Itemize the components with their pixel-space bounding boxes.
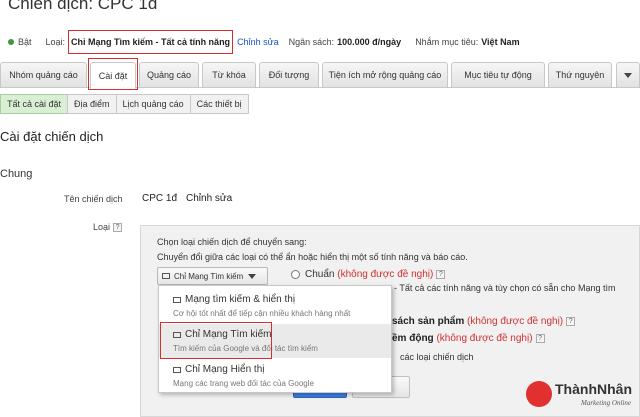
subtab-all-settings[interactable]: Tất cả cài đặt xyxy=(0,94,69,114)
type-value: Chỉ Mạng Tìm kiếm - Tất cả tính năng xyxy=(68,30,234,54)
target-value: Việt Nam xyxy=(481,37,520,47)
option-standard-line: Chuẩn (không được đề nghị)? xyxy=(305,269,446,280)
not-recommended-label: (không được đề nghị) xyxy=(337,269,434,280)
general-section-title: Chung xyxy=(0,168,33,180)
settings-tab-highlight xyxy=(88,58,138,90)
menu-item-title: Chỉ Mạng Hiển thị xyxy=(173,364,264,375)
menu-item-title-text: Mạng tìm kiếm & hiển thị xyxy=(185,294,296,305)
logo-tagline: Marketing Online xyxy=(581,399,631,407)
display-network-icon xyxy=(173,366,181,373)
campaign-type-label-text: Loại xyxy=(93,222,111,232)
chevron-down-icon xyxy=(624,72,632,78)
option-all-features-text: - Tất cả các tính năng và tùy chọn có sẵ… xyxy=(394,283,616,293)
campaign-name-value: CPC 1đ xyxy=(142,193,178,204)
radio-standard[interactable] xyxy=(291,270,300,279)
option-dynamic-line: ềm động (không được đề nghị)? xyxy=(392,333,545,344)
campaign-type-dropdown[interactable]: Chỉ Mạng Tìm kiếm xyxy=(157,267,268,285)
dropdown-value: Chỉ Mạng Tìm kiếm xyxy=(174,271,244,281)
settings-heading: Cài đặt chiến dịch xyxy=(0,129,104,144)
budget-label: Ngân sách: xyxy=(288,37,335,47)
tab-dimensions[interactable]: Thứ nguyên xyxy=(548,62,612,88)
chevron-down-icon xyxy=(248,273,257,279)
search-network-icon xyxy=(162,273,170,279)
subtab-devices[interactable]: Các thiết bị xyxy=(189,94,249,114)
page-title: Chiến dịch: CPC 1đ xyxy=(8,0,158,13)
option-dynamic-text: ềm động xyxy=(392,333,434,344)
status-label: Bật xyxy=(18,37,32,47)
panel-description: Chuyển đổi giữa các loại có thể ẩn hoặc … xyxy=(157,252,468,262)
subtab-locations[interactable]: Địa điểm xyxy=(67,94,117,114)
panel-prompt: Chọn loại chiến dịch để chuyển sang: xyxy=(157,237,307,247)
menu-item-display-only[interactable]: Chỉ Mạng Hiển thị Mạng các trang web đối… xyxy=(159,359,391,393)
menu-item-title: Mạng tìm kiếm & hiển thị xyxy=(173,294,295,305)
option-products-text: sách sản phẩm xyxy=(392,316,465,327)
status-dot-icon xyxy=(8,39,14,45)
option-products-line: sách sản phẩm (không được đề nghị)? xyxy=(392,316,576,327)
campaign-type-label: Loại? xyxy=(93,222,123,233)
menu-item-search-display[interactable]: Mạng tìm kiếm & hiển thị Cơ hội tốt nhất… xyxy=(159,289,391,323)
help-icon[interactable]: ? xyxy=(436,269,446,279)
option-standard: Chuẩn xyxy=(305,269,335,280)
tab-keywords[interactable]: Từ khóa xyxy=(202,62,256,88)
campaign-name-label: Tên chiến dịch xyxy=(64,194,123,204)
about-campaign-types-link[interactable]: các loại chiến dịch xyxy=(400,352,474,362)
tab-ad-groups[interactable]: Nhóm quảng cáo xyxy=(0,62,87,88)
campaign-info-row: Bật Loại: Chỉ Mạng Tìm kiếm - Tất cả tín… xyxy=(0,30,640,54)
not-recommended-label-2: (không được đề nghị) xyxy=(467,316,564,327)
more-tabs-button[interactable] xyxy=(616,62,640,88)
target-label: Nhắm mục tiêu: xyxy=(415,37,479,47)
brand-logo: ThànhNhân Marketing Online xyxy=(526,379,638,413)
tab-audiences[interactable]: Đối tượng xyxy=(259,62,319,88)
menu-item-title-text: Chỉ Mạng Hiển thị xyxy=(185,364,265,375)
search-only-highlight xyxy=(160,322,272,359)
subtab-ad-schedule[interactable]: Lịch quảng cáo xyxy=(115,94,191,114)
budget-value: 100.000 đ/ngày xyxy=(337,37,402,47)
sub-tabs: Tất cả cài đặt Địa điểm Lịch quảng cáo C… xyxy=(0,94,249,114)
not-recommended-label-3: (không được đề nghị) xyxy=(436,333,533,344)
tab-ad-extensions[interactable]: Tiện ích mở rộng quảng cáo xyxy=(322,62,448,88)
network-icon xyxy=(173,296,181,303)
type-label: Loại: xyxy=(45,37,66,47)
help-icon[interactable]: ? xyxy=(566,316,576,326)
menu-item-desc: Cơ hội tốt nhất để tiếp cận nhiều khách … xyxy=(173,309,351,318)
logo-mark-icon xyxy=(526,381,552,407)
campaign-name-edit-link[interactable]: Chỉnh sửa xyxy=(186,193,232,204)
help-icon[interactable]: ? xyxy=(113,223,123,233)
help-icon[interactable]: ? xyxy=(535,333,545,343)
logo-brand-text: ThànhNhân xyxy=(555,381,632,397)
tab-ads[interactable]: Quảng cáo xyxy=(139,62,199,88)
tab-auto-targets[interactable]: Mục tiêu tự động xyxy=(451,62,545,88)
type-edit-link[interactable]: Chỉnh sửa xyxy=(237,37,279,47)
menu-item-desc: Mạng các trang web đối tác của Google xyxy=(173,379,314,388)
